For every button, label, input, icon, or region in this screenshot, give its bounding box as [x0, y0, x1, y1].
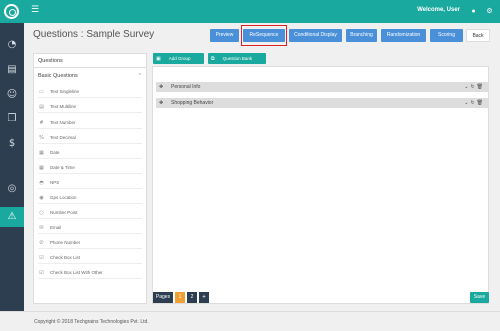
group-icon: ▣	[156, 56, 161, 62]
palette-item[interactable]: ☑ Check Box List With Other	[38, 266, 142, 279]
palette-item[interactable]: % Text Decimal	[38, 131, 142, 144]
palette-item[interactable]: ▤ Text Multiline	[38, 100, 142, 113]
book-icon[interactable]: ▤	[0, 60, 24, 80]
back-button[interactable]: Back	[466, 29, 490, 42]
question-bank-button[interactable]: ⧉ Question Bank	[208, 53, 266, 64]
group-row[interactable]: ✥ Personal Info ⌄↻🗑	[156, 82, 488, 92]
page-2-button[interactable]: 2	[187, 292, 197, 303]
palette-item[interactable]: ○ Number Point	[38, 206, 142, 219]
palette-item[interactable]: ▦ Date & Time	[38, 161, 142, 174]
footer: Copyright © 2018 Techgrains Technologies…	[0, 311, 500, 331]
box-icon[interactable]: ❒	[0, 109, 24, 129]
branching-button[interactable]: Branching	[346, 29, 377, 42]
copy-icon: ⧉	[211, 56, 215, 62]
text-multiline-icon: ▤	[39, 104, 44, 110]
palette-item[interactable]: # Text Number	[38, 116, 142, 129]
phone-icon: ✆	[39, 240, 44, 246]
palette-item[interactable]: ▦ Date	[38, 146, 142, 159]
group-controls: ⌄↻🗑	[464, 98, 485, 108]
palette-item[interactable]: ◓ NPS	[38, 176, 142, 189]
move-icon[interactable]: ✥	[159, 98, 163, 108]
chevron-up-icon[interactable]: ⌃	[138, 73, 142, 79]
gear-icon[interactable]: ⚙	[484, 6, 495, 17]
trash-icon[interactable]: 🗑	[477, 84, 485, 90]
randomization-button[interactable]: Randomization	[381, 29, 426, 42]
dashboard-icon[interactable]: ◔	[0, 35, 24, 55]
top-bar: ☰ Welcome, User ● ⚙	[0, 0, 500, 23]
number-point-icon: ○	[39, 210, 44, 216]
palette-item[interactable]: ☑ Check Box List	[38, 251, 142, 264]
email-icon: ✉	[39, 225, 44, 231]
user-icon[interactable]: ☺	[0, 85, 24, 105]
conditional-display-button[interactable]: Conditional Display	[289, 29, 342, 42]
lifebuoy-icon[interactable]: ◎	[0, 179, 24, 199]
location-icon: ◉	[39, 195, 44, 201]
calendar-icon: ▦	[39, 150, 44, 156]
palette-item[interactable]: ✆ Phone Number	[38, 236, 142, 249]
preview-button[interactable]: Preview	[210, 29, 239, 42]
move-icon[interactable]: ✥	[159, 82, 163, 92]
left-nav-rail: ◔ ▤ ☺ ❒ $ ◎ ⚠	[0, 23, 24, 331]
checkbox-icon: ☑	[39, 270, 44, 276]
decimal-icon: %	[39, 135, 44, 141]
calendar-clock-icon: ▦	[39, 165, 44, 171]
page-title: Questions : Sample Survey	[33, 29, 155, 40]
palette-section-title[interactable]: Basic Questions	[38, 73, 78, 79]
palette-item[interactable]: ◉ Gps Location	[38, 191, 142, 204]
scoring-button[interactable]: Scoring	[430, 29, 463, 42]
app-logo-icon[interactable]	[4, 4, 19, 19]
group-row[interactable]: ✥ Shopping Behavior ⌄↻🗑	[156, 98, 488, 108]
hamburger-icon[interactable]: ☰	[31, 5, 39, 15]
text-singleline-icon: ▭	[39, 89, 44, 95]
trash-icon[interactable]: 🗑	[477, 100, 485, 106]
page-1-button[interactable]: 1	[175, 292, 185, 303]
number-icon: #	[39, 120, 44, 126]
welcome-text: Welcome, User	[417, 7, 460, 13]
palette-item[interactable]: ✉ Email	[38, 221, 142, 234]
checkbox-icon: ☑	[39, 255, 44, 261]
dollar-icon[interactable]: $	[0, 134, 24, 154]
highlight-box	[241, 25, 287, 46]
user-icon[interactable]: ●	[468, 6, 479, 17]
save-button[interactable]: Save	[470, 292, 489, 303]
gauge-icon: ◓	[39, 180, 44, 186]
palette-item[interactable]: ▭ Text Singleline	[38, 85, 142, 98]
copyright-text: Copyright © 2018 Techgrains Technologies…	[34, 319, 149, 325]
warning-icon[interactable]: ⚠	[0, 207, 24, 227]
palette-header[interactable]: Questions	[34, 54, 146, 68]
add-group-button[interactable]: ▣ Add Group	[153, 53, 204, 64]
group-controls: ⌄↻🗑	[464, 82, 485, 92]
question-palette: Questions Basic Questions ⌃ ▭ Text Single…	[33, 53, 147, 304]
pages-label: Pages	[153, 292, 173, 303]
add-page-button[interactable]: +	[199, 292, 209, 303]
